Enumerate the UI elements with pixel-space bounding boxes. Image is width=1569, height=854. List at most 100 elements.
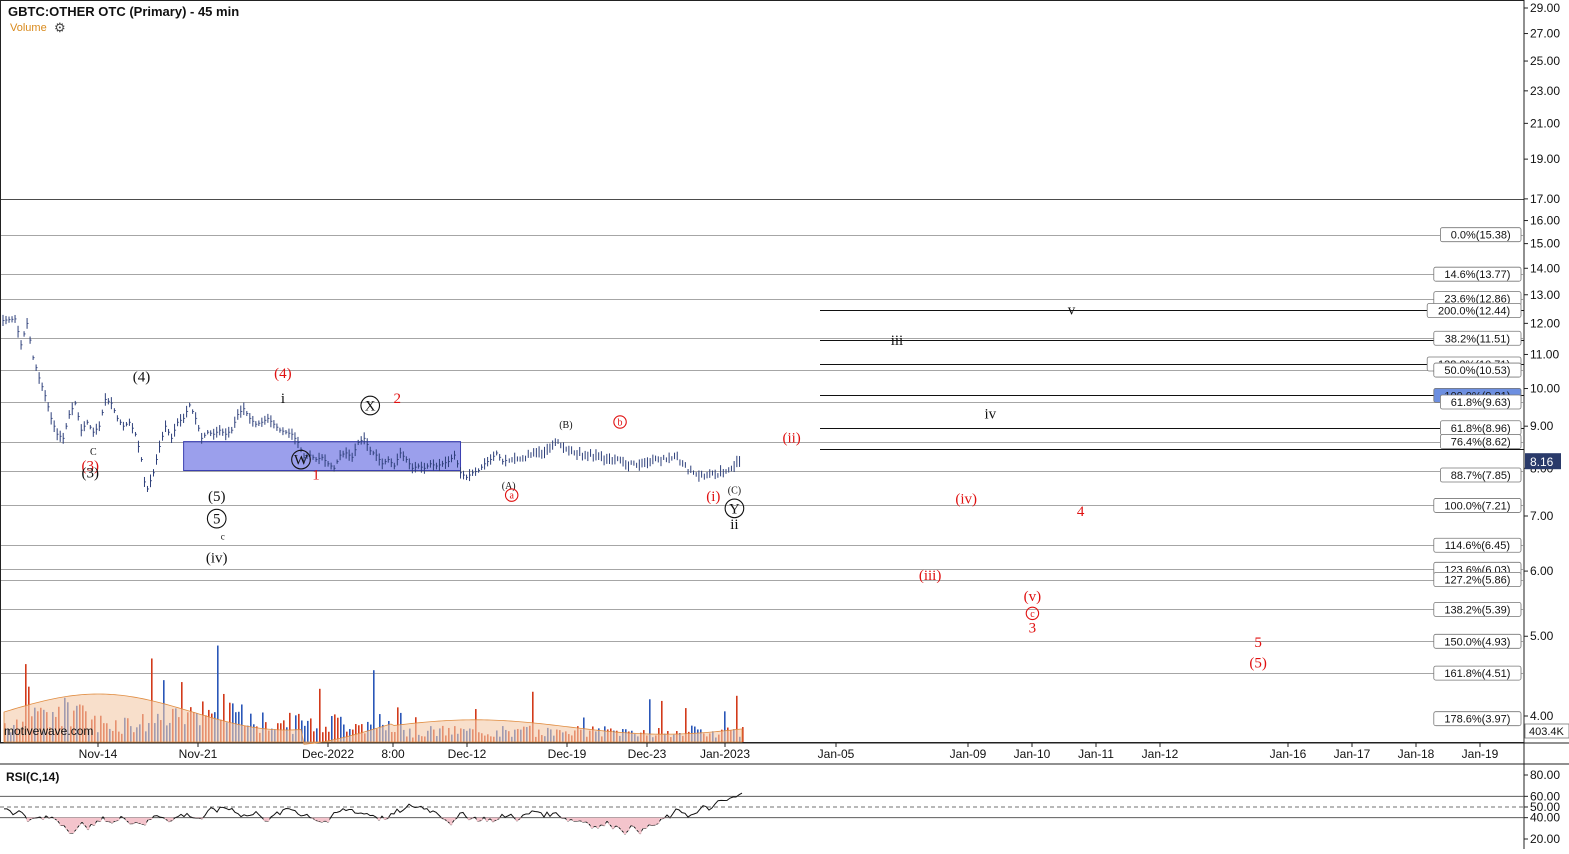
rsi-tick-label: 20.00 — [1530, 832, 1560, 846]
fib-label: 50.0%(10.53) — [1444, 365, 1510, 377]
y-tick-label: 19.00 — [1530, 152, 1560, 166]
wave-label: 5 — [1254, 635, 1262, 651]
y-tick-label: 12.00 — [1530, 316, 1560, 330]
x-tick-label: Jan-09 — [950, 747, 987, 761]
volume-bar — [325, 726, 327, 742]
x-tick-label: Nov-21 — [179, 747, 218, 761]
wave-label: (3) — [82, 465, 100, 481]
y-tick-label: 17.00 — [1530, 192, 1560, 206]
y-tick-label: 10.00 — [1530, 382, 1560, 396]
wave-label: c — [221, 532, 225, 542]
wave-label: (4) — [133, 369, 151, 385]
volume-bar — [322, 732, 324, 742]
y-tick-label: 7.00 — [1530, 509, 1554, 523]
wave-label: (i) — [706, 489, 720, 505]
y-tick-label: 15.00 — [1530, 237, 1560, 251]
wave-label: i — [281, 391, 285, 407]
wave-label: W — [294, 453, 309, 469]
rsi-oversold-shade — [26, 817, 672, 835]
wave-label: a — [509, 491, 514, 502]
volume-bar — [310, 718, 312, 742]
fib-label: 200.0%(12.44) — [1438, 305, 1510, 317]
fib-label: 38.2%(11.51) — [1445, 333, 1510, 345]
y-tick-label: 9.00 — [1530, 419, 1554, 433]
x-tick-label: Jan-11 — [1078, 747, 1114, 761]
fib-label: 88.7%(7.85) — [1451, 470, 1511, 482]
x-tick-label: Dec-12 — [448, 747, 487, 761]
wave-label: 1 — [312, 468, 320, 484]
x-tick-label: Jan-10 — [1014, 747, 1051, 761]
volume-bar — [331, 716, 333, 742]
x-tick-label: Dec-19 — [548, 747, 587, 761]
chart-svg: (4)C(3)(3)(5)5c(iv)(4)iW1X 2(A)a(B) b(i) (C… — [0, 0, 1569, 849]
chart-title: GBTC:OTHER OTC (Primary) - 45 min — [8, 4, 240, 19]
wave-label: iii — [891, 333, 904, 349]
wave-label: Y — [729, 501, 740, 517]
volume-bar — [334, 714, 336, 742]
wave-label: (ii) — [782, 430, 800, 446]
fib-label: 14.6%(13.77) — [1444, 269, 1510, 281]
x-tick-label: Jan-17 — [1334, 747, 1371, 761]
wave-label: (4) — [274, 366, 292, 382]
x-tick-label: Jan-2023 — [700, 747, 750, 761]
wave-label: (5) — [1249, 656, 1267, 672]
wave-label: 3 — [1029, 621, 1037, 637]
x-tick-label: Dec-2022 — [302, 747, 354, 761]
wave-label: (iii) — [919, 568, 942, 584]
wave-label: b — [618, 417, 623, 428]
y-tick-label: 21.00 — [1530, 116, 1560, 130]
fib-label: 127.2%(5.86) — [1444, 575, 1510, 587]
y-tick-label: 4.00 — [1530, 709, 1554, 723]
wave-label: 4 — [1077, 504, 1085, 520]
gear-icon[interactable]: ⚙ — [54, 21, 66, 34]
current-price-label: 8.16 — [1530, 455, 1554, 469]
y-tick-label: 11.00 — [1530, 347, 1559, 361]
fib-label: 150.0%(4.93) — [1444, 636, 1510, 648]
wave-label: iv — [984, 406, 996, 422]
y-tick-label: 25.00 — [1530, 54, 1560, 68]
fib-label: 61.8%(8.96) — [1451, 423, 1511, 435]
y-tick-label: 13.00 — [1530, 288, 1560, 302]
volume-bar — [304, 725, 306, 742]
rsi-tick-label: 40.00 — [1530, 811, 1560, 825]
wave-label: v — [1068, 303, 1076, 319]
y-tick-label: 6.00 — [1530, 564, 1554, 578]
volume-axis-label: 403.4K — [1529, 726, 1565, 738]
wave-label: C — [90, 447, 97, 458]
volume-bar — [316, 728, 318, 742]
volume-bar — [313, 731, 315, 742]
wave-label: 2 — [394, 391, 402, 407]
y-tick-label: 29.00 — [1530, 1, 1560, 15]
volume-bar — [307, 720, 309, 742]
fib-label: 61.8%(9.63) — [1451, 397, 1511, 409]
wave-label: (iv) — [955, 491, 977, 507]
y-tick-label: 5.00 — [1530, 629, 1554, 643]
volume-bar — [319, 688, 321, 742]
wave-label: (iv) — [206, 550, 228, 566]
x-tick-label: 8:00 — [381, 747, 405, 761]
volume-label: Volume — [10, 22, 47, 34]
x-tick-label: Jan-18 — [1398, 747, 1435, 761]
y-tick-label: 14.00 — [1530, 261, 1560, 275]
wave-label: X — [365, 399, 376, 415]
watermark: motivewave.com — [4, 724, 94, 738]
x-tick-label: Jan-05 — [818, 747, 855, 761]
y-tick-label: 23.00 — [1530, 84, 1560, 98]
x-tick-label: Jan-19 — [1462, 747, 1499, 761]
wave-label: (B) — [559, 420, 572, 431]
wave-label: 5 — [213, 512, 221, 528]
fib-label: 100.0%(7.21) — [1444, 500, 1510, 512]
rsi-title: RSI(C,14) — [6, 770, 60, 784]
chart-root: (4) C (3) (3) (5) 5 c (iv) (4) i W 1 X 2 (A) a (B) b (i) (C… — [0, 0, 1569, 849]
fib-label: 114.6%(6.45) — [1445, 540, 1510, 552]
y-tick-label: 27.00 — [1530, 27, 1560, 41]
wave-label: (C) — [728, 486, 741, 497]
fib-label: 161.8%(4.51) — [1444, 668, 1510, 680]
x-tick-label: Dec-23 — [628, 747, 667, 761]
fib-label: 76.4%(8.62) — [1451, 437, 1511, 449]
fib-label: 0.0%(15.38) — [1451, 230, 1511, 242]
rsi-tick-label: 80.00 — [1530, 768, 1560, 782]
y-tick-label: 16.00 — [1530, 214, 1560, 228]
wave-label: c — [1030, 609, 1035, 620]
x-tick-label: Jan-12 — [1142, 747, 1179, 761]
